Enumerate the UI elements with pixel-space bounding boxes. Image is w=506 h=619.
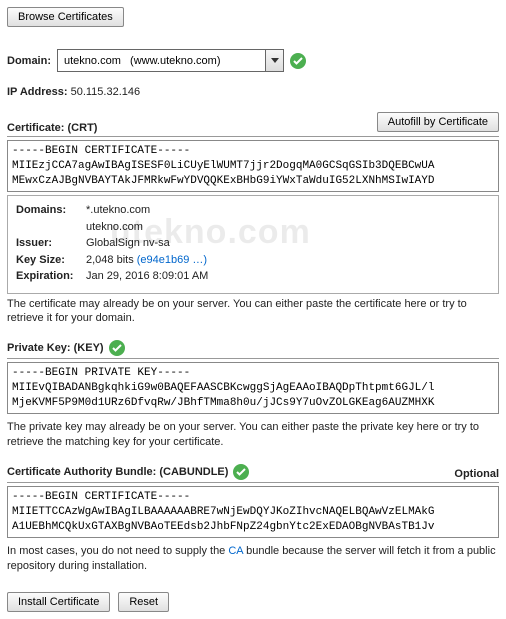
keysize-label: Key Size: bbox=[16, 252, 86, 269]
check-icon bbox=[109, 340, 125, 356]
crt-textarea[interactable] bbox=[7, 140, 499, 192]
expiration-label: Expiration: bbox=[16, 268, 86, 285]
domain-label: Domain: bbox=[7, 55, 51, 67]
autofill-button[interactable]: Autofill by Certificate bbox=[377, 112, 499, 132]
browse-certificates-button[interactable]: Browse Certificates bbox=[7, 7, 124, 27]
ca-link[interactable]: CA bbox=[228, 545, 243, 557]
domains-value-2: utekno.com bbox=[86, 221, 143, 233]
optional-label: Optional bbox=[454, 468, 499, 480]
domain-select[interactable] bbox=[57, 49, 284, 72]
expiration-value: Jan 29, 2016 8:09:01 AM bbox=[86, 268, 208, 285]
crt-title: Certificate: (CRT) bbox=[7, 122, 97, 134]
pkey-help: The private key may already be on your s… bbox=[7, 420, 499, 450]
check-icon bbox=[290, 53, 306, 69]
cab-help: In most cases, you do not need to supply… bbox=[7, 544, 499, 574]
chevron-down-icon[interactable] bbox=[265, 50, 283, 71]
cab-title: Certificate Authority Bundle: (CABUNDLE) bbox=[7, 466, 228, 478]
domains-value-1: *.utekno.com bbox=[86, 204, 150, 216]
issuer-label: Issuer: bbox=[16, 235, 86, 252]
ip-label: IP Address: bbox=[7, 86, 68, 98]
cab-textarea[interactable] bbox=[7, 486, 499, 538]
keysize-value: 2,048 bits bbox=[86, 254, 137, 266]
issuer-value: GlobalSign nv-sa bbox=[86, 235, 170, 252]
domain-input[interactable] bbox=[58, 53, 265, 69]
pkey-textarea[interactable] bbox=[7, 362, 499, 414]
reset-button[interactable]: Reset bbox=[118, 592, 169, 612]
ip-value: 50.115.32.146 bbox=[71, 86, 141, 98]
crt-help: The certificate may already be on your s… bbox=[7, 297, 499, 327]
keysize-hash-link[interactable]: (e94e1b69 …) bbox=[137, 254, 207, 266]
cab-help-pre: In most cases, you do not need to supply… bbox=[7, 545, 228, 557]
pkey-title: Private Key: (KEY) bbox=[7, 342, 104, 354]
check-icon bbox=[233, 464, 249, 480]
crt-infobox: Domains: *.utekno.com utekno.com Issuer:… bbox=[7, 195, 499, 294]
domains-label: Domains: bbox=[16, 202, 86, 235]
install-certificate-button[interactable]: Install Certificate bbox=[7, 592, 110, 612]
